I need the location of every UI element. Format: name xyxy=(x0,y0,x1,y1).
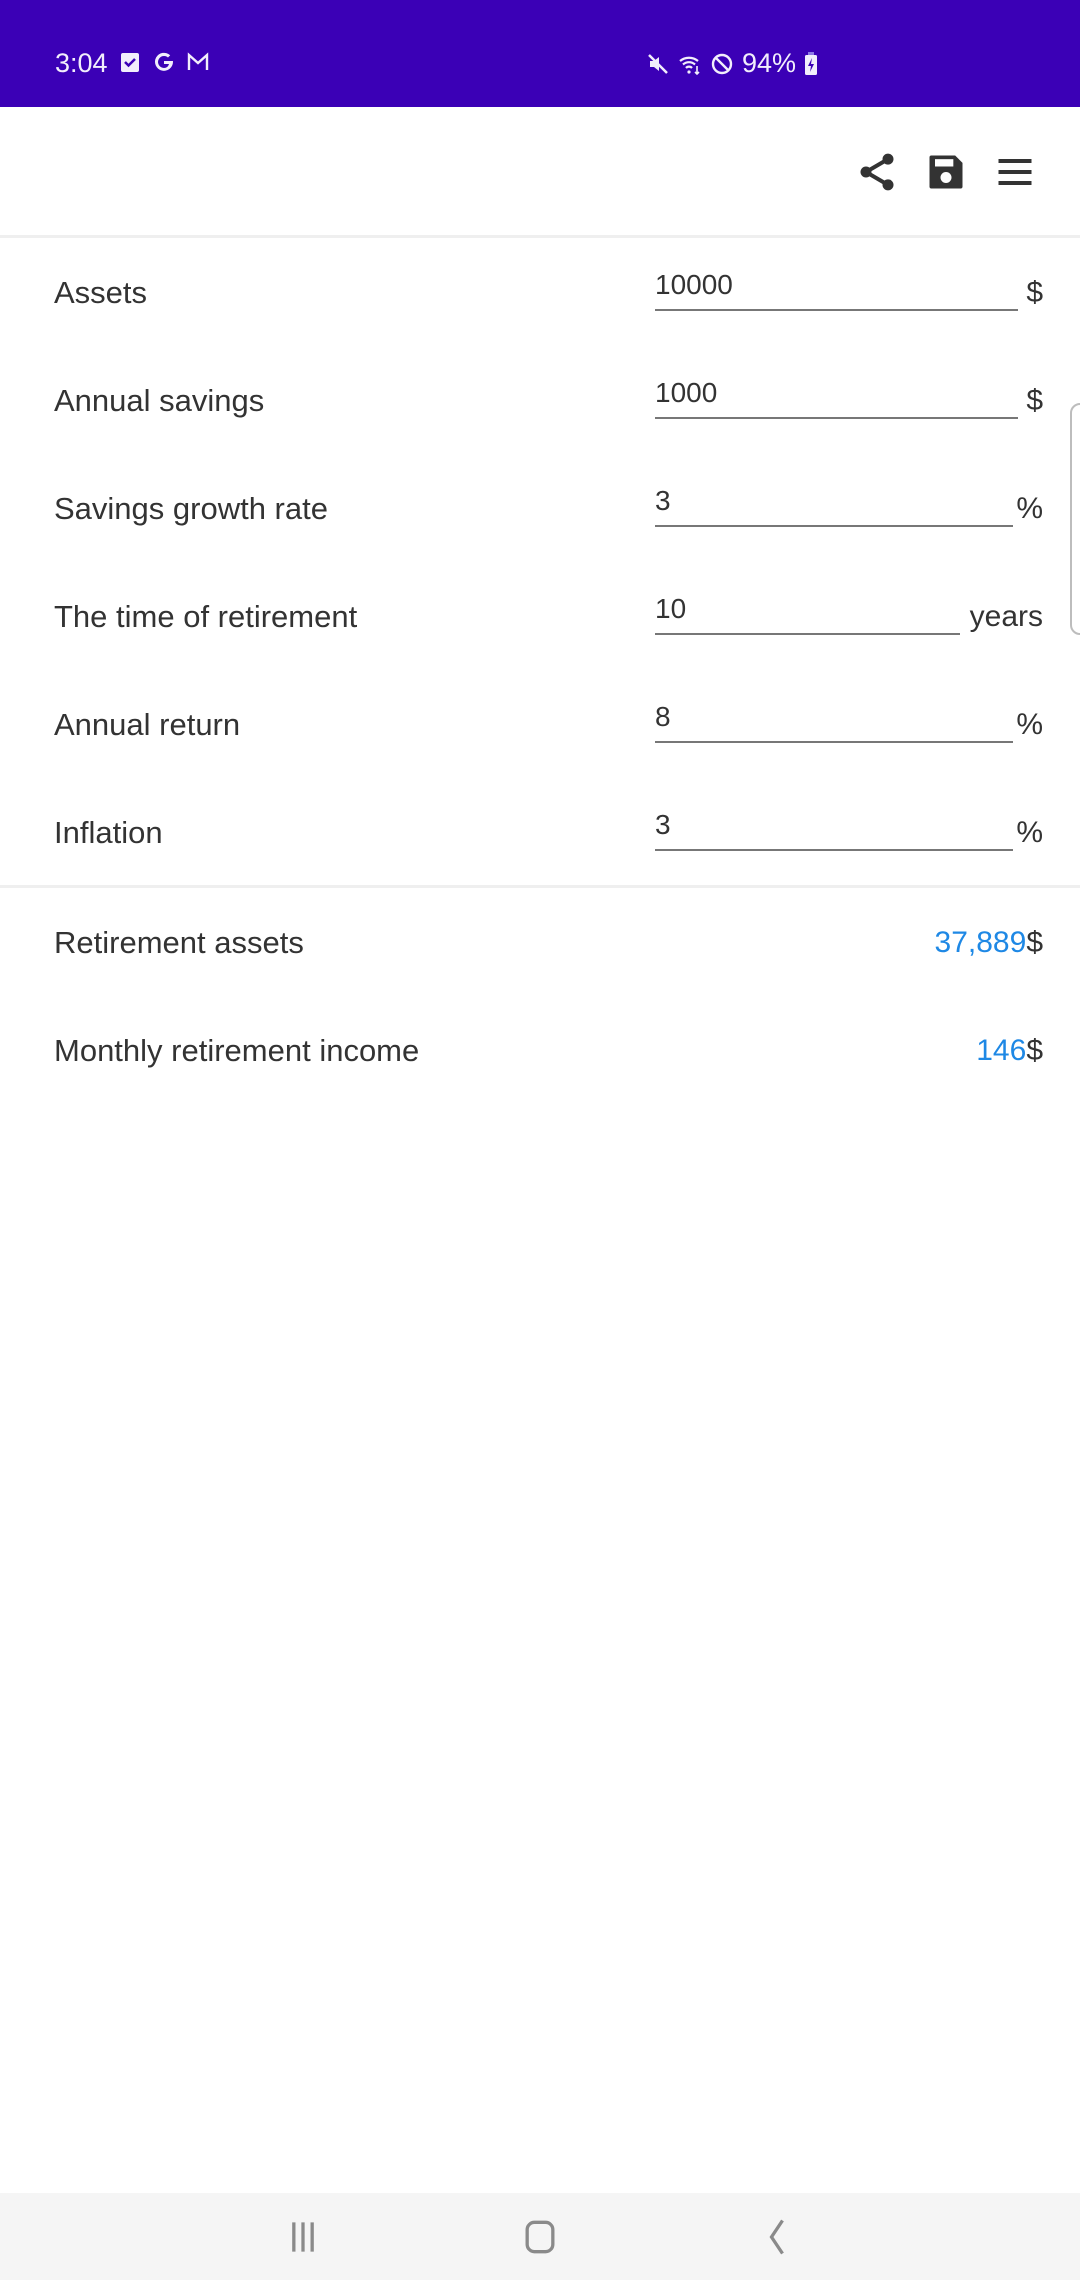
inflation-unit: % xyxy=(1016,816,1043,849)
status-time: 3:04 xyxy=(55,48,108,78)
wifi-icon xyxy=(679,56,700,75)
retirement-time-input[interactable] xyxy=(655,585,960,635)
share-icon[interactable] xyxy=(855,150,899,194)
annual-savings-unit: $ xyxy=(1026,384,1043,417)
retirement-assets-unit: $ xyxy=(1026,926,1043,959)
task-check-icon xyxy=(121,53,139,72)
battery-charging-icon xyxy=(805,51,818,75)
retirement-time-label: The time of retirement xyxy=(54,599,358,634)
monthly-income-number: 146 xyxy=(976,1034,1027,1067)
results-divider xyxy=(0,885,1080,888)
assets-label: Assets xyxy=(54,275,148,310)
google-icon xyxy=(155,52,173,71)
retirement-assets-label: Retirement assets xyxy=(54,925,304,960)
monthly-income-unit: $ xyxy=(1026,1034,1043,1067)
result-row-retirement-assets: Retirement assets 37,889$ xyxy=(0,889,1080,997)
retirement-assets-number: 37,889 xyxy=(934,926,1027,959)
annual-savings-input[interactable] xyxy=(655,369,1018,419)
gmail-icon xyxy=(187,52,209,70)
status-bar: 3:04 94% xyxy=(0,0,1080,107)
retirement-time-unit: years xyxy=(969,600,1043,633)
savings-growth-rate-input[interactable] xyxy=(655,477,1013,527)
retirement-assets-value: 37,889$ xyxy=(935,889,1043,997)
navigation-bar xyxy=(0,2193,1080,2280)
home-icon[interactable] xyxy=(518,2215,562,2259)
do-not-disturb-icon xyxy=(711,53,733,74)
result-row-monthly-income: Monthly retirement income 146$ xyxy=(0,997,1080,1105)
menu-icon[interactable] xyxy=(993,150,1037,194)
assets-unit: $ xyxy=(1026,276,1043,309)
back-icon[interactable] xyxy=(755,2215,799,2259)
monthly-income-value: 146$ xyxy=(976,997,1043,1105)
scroll-handle[interactable] xyxy=(1070,403,1080,635)
input-row-savings-growth-rate: Savings growth rate % xyxy=(0,455,1080,563)
input-row-inflation: Inflation % xyxy=(0,779,1080,887)
annual-return-label: Annual return xyxy=(54,707,241,742)
input-row-annual-savings: Annual savings $ xyxy=(0,347,1080,455)
savings-growth-rate-unit: % xyxy=(1016,492,1043,525)
monthly-income-label: Monthly retirement income xyxy=(54,1033,420,1068)
input-row-retirement-time: The time of retirement years xyxy=(0,563,1080,671)
input-row-annual-return: Annual return % xyxy=(0,671,1080,779)
battery-percent: 94% xyxy=(742,48,797,78)
mute-icon xyxy=(648,53,668,74)
save-icon[interactable] xyxy=(924,150,968,194)
inflation-label: Inflation xyxy=(54,815,163,850)
annual-return-input[interactable] xyxy=(655,693,1013,743)
notification-icons xyxy=(118,50,210,74)
inflation-input[interactable] xyxy=(655,801,1013,851)
app-bar xyxy=(0,107,1080,238)
annual-savings-label: Annual savings xyxy=(54,383,265,418)
system-icons: 94% xyxy=(646,48,818,79)
annual-return-unit: % xyxy=(1016,708,1043,741)
savings-growth-rate-label: Savings growth rate xyxy=(54,491,328,526)
recent-apps-icon[interactable] xyxy=(281,2215,325,2259)
input-row-assets: Assets $ xyxy=(0,239,1080,347)
assets-input[interactable] xyxy=(655,261,1018,311)
